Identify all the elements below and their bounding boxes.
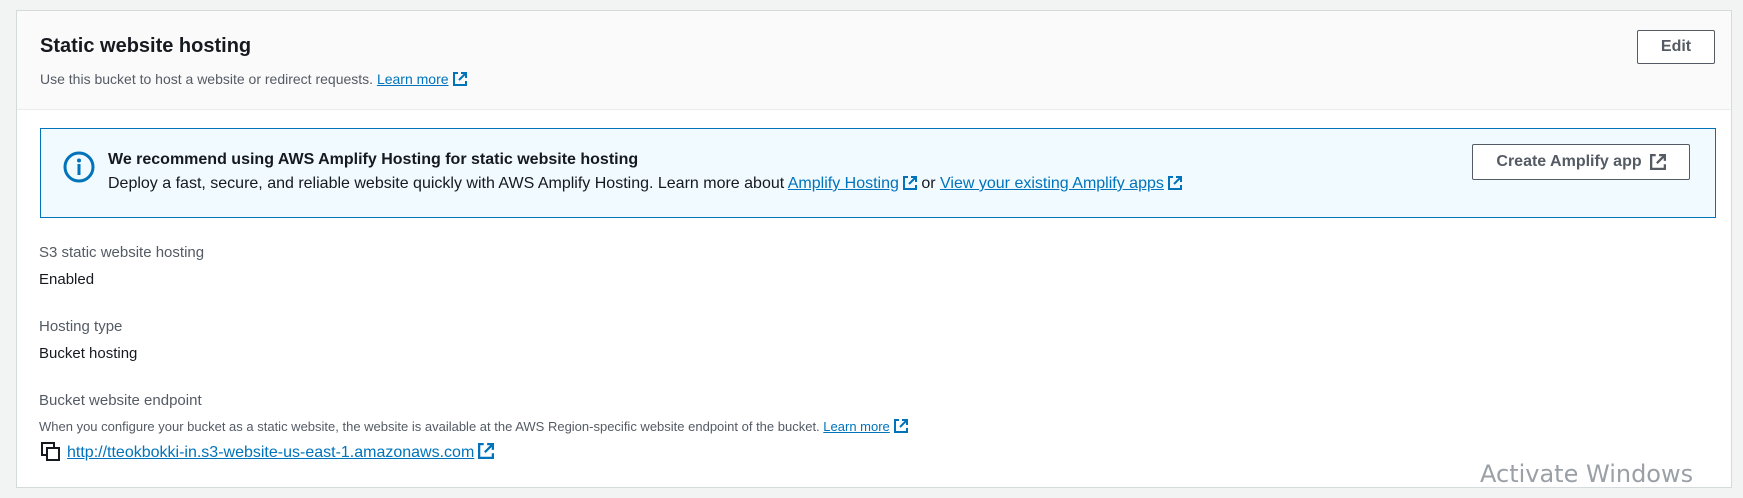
amplify-recommendation-alert: We recommend using AWS Amplify Hosting f… <box>40 128 1716 218</box>
copy-icon[interactable] <box>41 442 61 462</box>
bucket-endpoint-url-link[interactable]: http://tteokbokki-in.s3-website-us-east-… <box>67 442 495 462</box>
bucket-endpoint-row: http://tteokbokki-in.s3-website-us-east-… <box>41 442 495 462</box>
edit-button[interactable]: Edit <box>1637 30 1715 64</box>
amplify-hosting-link[interactable]: Amplify Hosting <box>788 175 917 192</box>
s3-static-hosting-value: Enabled <box>39 271 95 288</box>
panel-title: Static website hosting <box>40 35 252 57</box>
alert-text-prefix: Deploy a fast, secure, and reliable webs… <box>108 175 785 192</box>
bucket-endpoint-label: Bucket website endpoint <box>39 392 202 409</box>
static-website-hosting-panel: Static website hosting Use this bucket t… <box>16 10 1732 488</box>
panel-header: Static website hosting Use this bucket t… <box>17 11 1731 110</box>
panel-description: Use this bucket to host a website or red… <box>40 71 467 87</box>
alert-title: We recommend using AWS Amplify Hosting f… <box>108 151 639 168</box>
endpoint-description-text: When you configure your bucket as a stat… <box>39 419 820 434</box>
s3-static-hosting-label: S3 static website hosting <box>39 244 205 261</box>
create-amplify-app-button[interactable]: Create Amplify app <box>1472 144 1690 180</box>
bucket-endpoint-description: When you configure your bucket as a stat… <box>39 419 908 434</box>
existing-amplify-apps-link[interactable]: View your existing Amplify apps <box>940 175 1182 192</box>
alert-or-text: or <box>921 175 936 192</box>
external-link-icon <box>478 442 495 459</box>
external-link-icon <box>1649 154 1666 170</box>
info-icon <box>63 151 95 183</box>
activate-windows-watermark: Activate Windows <box>1480 460 1694 488</box>
learn-more-link[interactable]: Learn more <box>377 71 467 87</box>
external-link-icon <box>902 176 917 190</box>
external-link-icon <box>893 419 908 433</box>
external-link-icon <box>452 72 467 86</box>
panel-description-text: Use this bucket to host a website or red… <box>40 71 374 87</box>
external-link-icon <box>1167 176 1182 190</box>
hosting-type-value: Bucket hosting <box>39 345 138 362</box>
alert-text: Deploy a fast, secure, and reliable webs… <box>108 175 1182 193</box>
create-amplify-app-label: Create Amplify app <box>1496 153 1642 170</box>
hosting-type-label: Hosting type <box>39 318 123 335</box>
endpoint-learn-more-link[interactable]: Learn more <box>823 419 908 434</box>
